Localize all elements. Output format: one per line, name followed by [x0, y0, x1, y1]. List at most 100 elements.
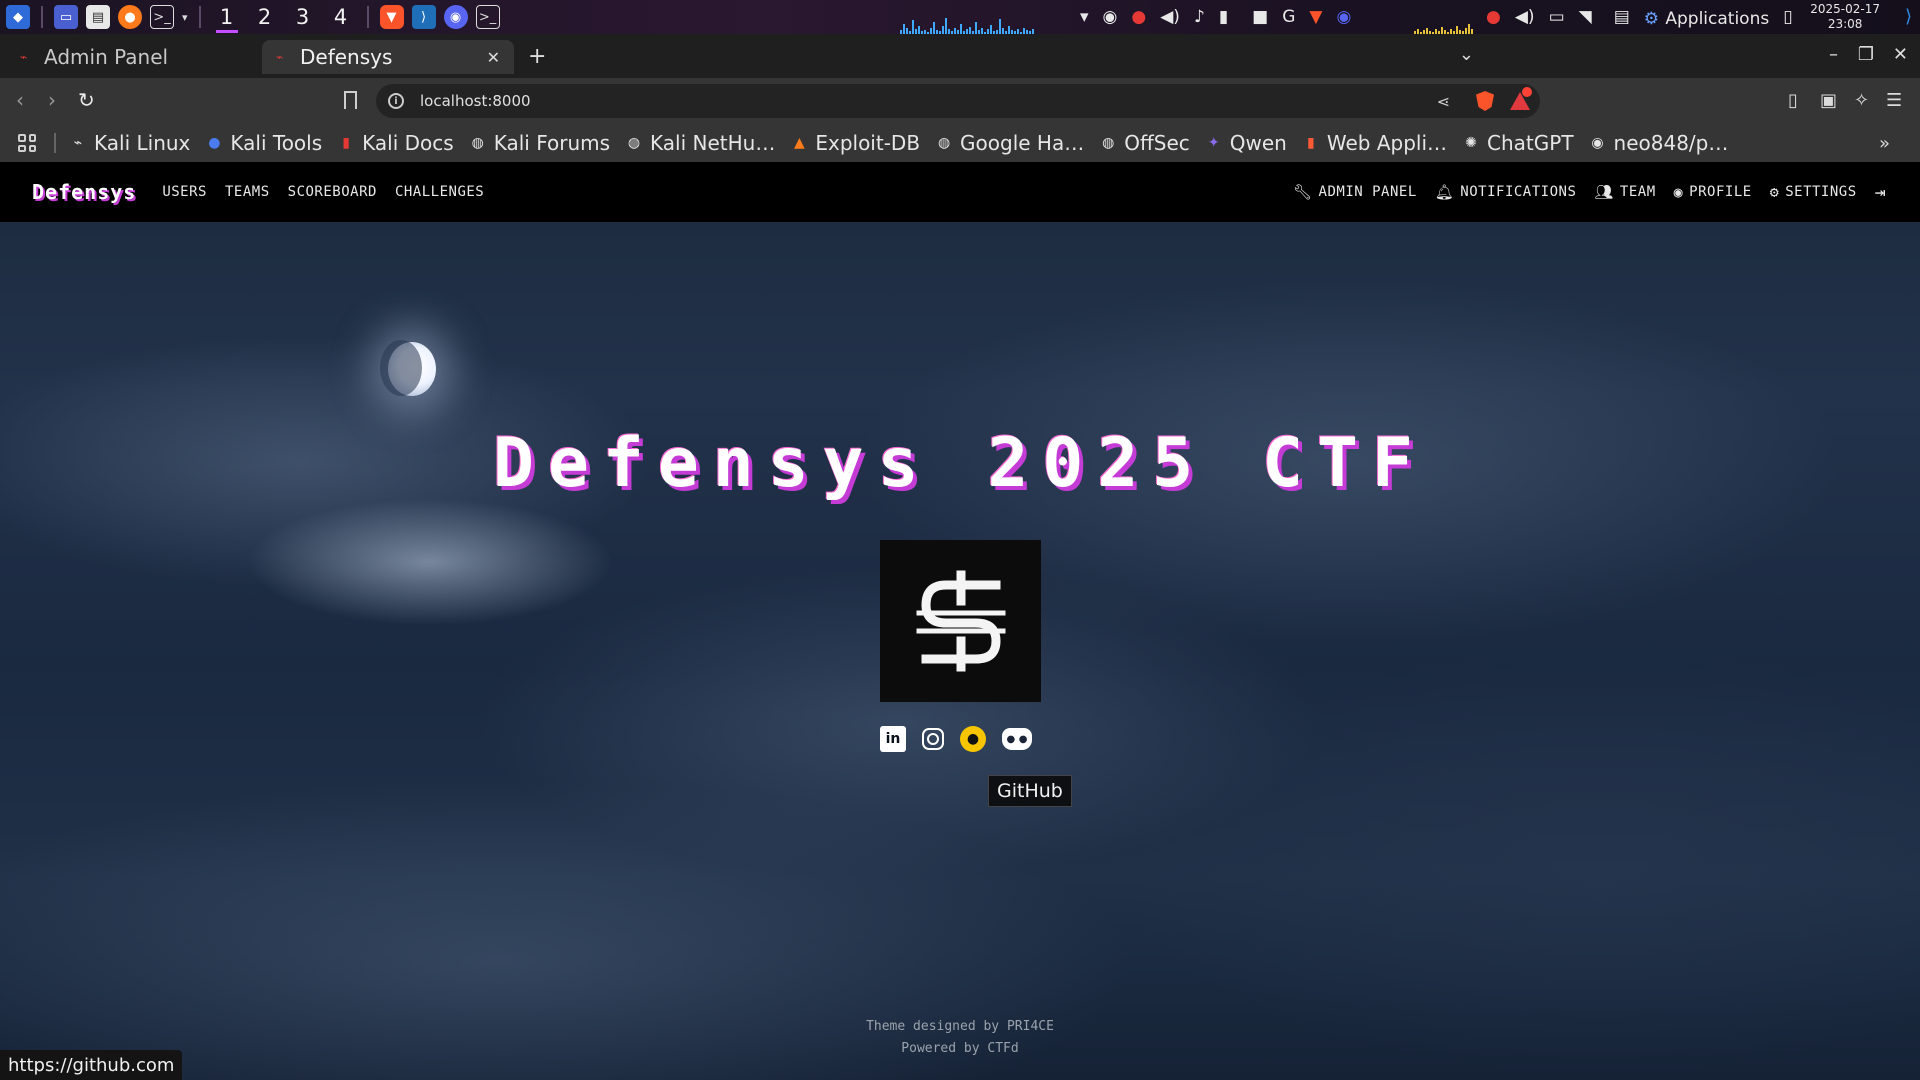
instagram-icon[interactable] — [922, 728, 944, 750]
nav-profile[interactable]: ◉ PROFILE — [1674, 183, 1752, 201]
exploitdb-icon: ▲ — [793, 135, 805, 151]
battery-icon[interactable]: ▮ — [1219, 7, 1228, 27]
address-bar[interactable]: i localhost:8000 ⋖ — [376, 84, 1540, 118]
bookmark-exploit-db[interactable]: ▲ Exploit-DB — [791, 131, 920, 155]
discord-tray-icon-2[interactable]: ◉ — [1337, 7, 1352, 27]
desktop-icon[interactable]: ▭ — [54, 5, 78, 29]
workspace-3[interactable]: 3 — [288, 0, 318, 34]
bookmark-kali-linux[interactable]: ⌁ Kali Linux — [70, 131, 191, 155]
tab-search-chevron-icon[interactable]: ⌄ — [1459, 44, 1474, 65]
wallet-icon[interactable]: ▣ — [1820, 90, 1837, 111]
bell-icon: 🔔︎ — [1434, 183, 1455, 201]
globe-icon: ◍ — [1102, 135, 1115, 151]
share-icon[interactable]: ⋖ — [1437, 92, 1450, 111]
leo-ai-icon[interactable]: ✧ — [1854, 90, 1869, 111]
discord-tray-icon[interactable]: ◉ — [1103, 7, 1118, 27]
more-bookmarks-icon[interactable]: » — [1879, 133, 1890, 154]
nav-team[interactable]: 👥︎ TEAM — [1594, 183, 1655, 201]
nav-logout[interactable]: ⇥ — [1875, 182, 1886, 203]
brave-shields-icon[interactable] — [1476, 91, 1494, 111]
bookmark-kali-tools[interactable]: ● Kali Tools — [206, 131, 322, 155]
bookmark-qwen[interactable]: ✦ Qwen — [1206, 131, 1287, 155]
workspace-1[interactable]: 1 — [212, 0, 242, 34]
page-viewport: Defensys USERS TEAMS SCOREBOARD CHALLENG… — [0, 162, 1920, 1080]
forward-icon[interactable]: › — [48, 88, 56, 112]
bookmark-google-hacking[interactable]: ◍ Google Ha… — [936, 131, 1084, 155]
discord-icon[interactable]: ● ● — [1002, 728, 1032, 750]
tab-defensys[interactable]: ⌁ Defensys ✕ — [262, 40, 514, 74]
kali-dragon-icon: ⌁ — [73, 135, 83, 151]
nav-challenges[interactable]: CHALLENGES — [395, 184, 484, 200]
close-window-icon[interactable]: ✕ — [1893, 44, 1908, 65]
system-tray-left: ▾ ◉ ● ◀) ♪ ▮ ■ G ▼ ◉ — [1080, 0, 1351, 34]
kali-menu-icon[interactable]: ◆ — [6, 5, 30, 29]
bookmark-label: Exploit-DB — [815, 131, 921, 155]
bookmark-neo848[interactable]: ◉ neo848/p… — [1590, 131, 1728, 155]
linkedin-icon[interactable]: in — [880, 726, 906, 752]
rewards-badge — [1522, 87, 1532, 97]
volume-icon-2[interactable]: ◀) — [1515, 7, 1535, 27]
clock[interactable]: 2025-02-17 23:08 — [1810, 2, 1880, 32]
site-info-icon[interactable]: i — [388, 93, 404, 109]
qwen-icon: ✦ — [1207, 135, 1220, 151]
bookmark-label: Kali Forums — [493, 131, 611, 155]
terminal-icon[interactable]: >_ — [150, 5, 174, 29]
restore-icon[interactable]: ❐ — [1858, 44, 1874, 65]
brand-logo[interactable]: Defensys — [32, 180, 136, 204]
github-icon: ◉ — [1591, 135, 1604, 151]
wifi-icon[interactable]: ◥ — [1579, 7, 1592, 27]
bookmark-offsec[interactable]: ◍ OffSec — [1100, 131, 1190, 155]
workspace-4[interactable]: 4 — [326, 0, 356, 34]
back-icon[interactable]: ‹ — [16, 88, 24, 112]
minimize-icon[interactable]: – — [1829, 44, 1838, 65]
browser-toolbar: ‹ › ↻ i localhost:8000 ⋖ ▯ ▣ ✧ ☰ — [0, 78, 1920, 124]
sidebar-icon[interactable]: ▯ — [1788, 90, 1798, 111]
bookmark-kali-docs[interactable]: ▮ Kali Docs — [338, 131, 453, 155]
vscode-taskbar-icon[interactable]: ⟩ — [411, 5, 436, 29]
apps-grid-icon[interactable] — [18, 134, 36, 152]
nav-teams[interactable]: TEAMS — [225, 184, 270, 200]
powered-by[interactable]: Powered by CTFd — [0, 1038, 1920, 1060]
tab-admin-panel[interactable]: ⌁ Admin Panel — [6, 40, 258, 74]
network-graph — [1414, 6, 1473, 34]
reload-icon[interactable]: ↻ — [78, 88, 95, 112]
volume-icon[interactable]: ◀) — [1160, 7, 1180, 27]
menu-icon[interactable]: ☰ — [1886, 90, 1902, 111]
google-icon[interactable]: G — [1282, 7, 1295, 27]
brave-taskbar-icon[interactable]: ▼ — [379, 5, 404, 29]
moon-background — [380, 340, 436, 396]
github-icon[interactable]: ● — [960, 726, 986, 752]
display-icon[interactable]: ▭ — [1549, 7, 1565, 27]
vscode-tray-icon[interactable]: ⟩ — [1905, 6, 1912, 27]
bookmark-icon[interactable] — [344, 91, 357, 109]
applications-menu[interactable]: ⚙ Applications — [1644, 5, 1769, 29]
firefox-icon[interactable]: ● — [118, 5, 142, 29]
new-tab-icon[interactable]: + — [528, 44, 546, 69]
brave-tray-icon[interactable]: ▼ — [1309, 7, 1322, 27]
bookmark-kali-forums[interactable]: ◍ Kali Forums — [470, 131, 610, 155]
file-manager-icon[interactable]: ▤ — [86, 5, 110, 29]
bookmark-kali-nethunter[interactable]: ◍ Kali NetHu… — [626, 131, 775, 155]
theme-credit: Theme designed by PRI4CE — [866, 1019, 1054, 1034]
nav-admin-panel[interactable]: 🔧︎ ADMIN PANEL — [1293, 183, 1417, 201]
nav-notifications[interactable]: 🔔︎ NOTIFICATIONS — [1435, 183, 1577, 201]
nav-users[interactable]: USERS — [162, 184, 207, 200]
workspace-2[interactable]: 2 — [250, 0, 280, 34]
chevron-down-icon[interactable]: ▾ — [182, 11, 188, 24]
terminal-taskbar-icon[interactable]: >_ — [475, 5, 500, 29]
wifi-down-icon[interactable]: ▾ — [1080, 7, 1089, 27]
nav-scoreboard[interactable]: SCOREBOARD — [288, 184, 377, 200]
close-tab-icon[interactable]: ✕ — [487, 48, 500, 67]
bookmark-web-appli[interactable]: ▮ Web Appli… — [1303, 131, 1447, 155]
applications-label: Applications — [1665, 9, 1770, 29]
microphone-icon[interactable]: ● — [1131, 7, 1146, 27]
url-text: localhost:8000 — [420, 92, 531, 110]
bookmark-chatgpt[interactable]: ✺ ChatGPT — [1463, 131, 1573, 155]
microphone-icon-2[interactable]: ● — [1486, 7, 1501, 27]
folder-icon[interactable]: ▤ — [1614, 7, 1630, 27]
discord-taskbar-icon[interactable]: ◉ — [443, 5, 468, 29]
bell-icon[interactable]: ♪ — [1194, 7, 1205, 27]
nav-settings[interactable]: ⚙ SETTINGS — [1770, 183, 1857, 201]
clipboard-icon[interactable]: ▯ — [1783, 7, 1792, 27]
lock-icon[interactable]: ■ — [1252, 7, 1268, 27]
